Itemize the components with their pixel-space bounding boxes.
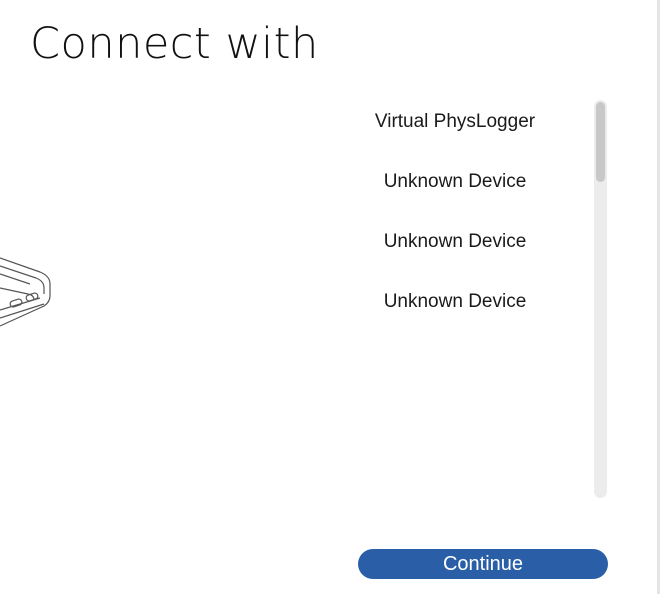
scrollbar-thumb[interactable] (596, 102, 605, 182)
connect-window: Connect with Virtual PhysLogger Unknown … (0, 0, 660, 594)
device-item-virtual-physlogger[interactable]: Virtual PhysLogger (322, 92, 588, 152)
device-list[interactable]: Virtual PhysLogger Unknown Device Unknow… (322, 92, 588, 492)
device-item-unknown-1[interactable]: Unknown Device (322, 152, 588, 212)
device-item-unknown-3[interactable]: Unknown Device (322, 272, 588, 332)
device-item-unknown-2[interactable]: Unknown Device (322, 212, 588, 272)
physlogger-device-icon (0, 257, 51, 327)
page-title: Connect with (30, 19, 319, 69)
continue-button[interactable]: Continue (358, 549, 608, 579)
device-list-scrollbar[interactable] (594, 100, 607, 498)
